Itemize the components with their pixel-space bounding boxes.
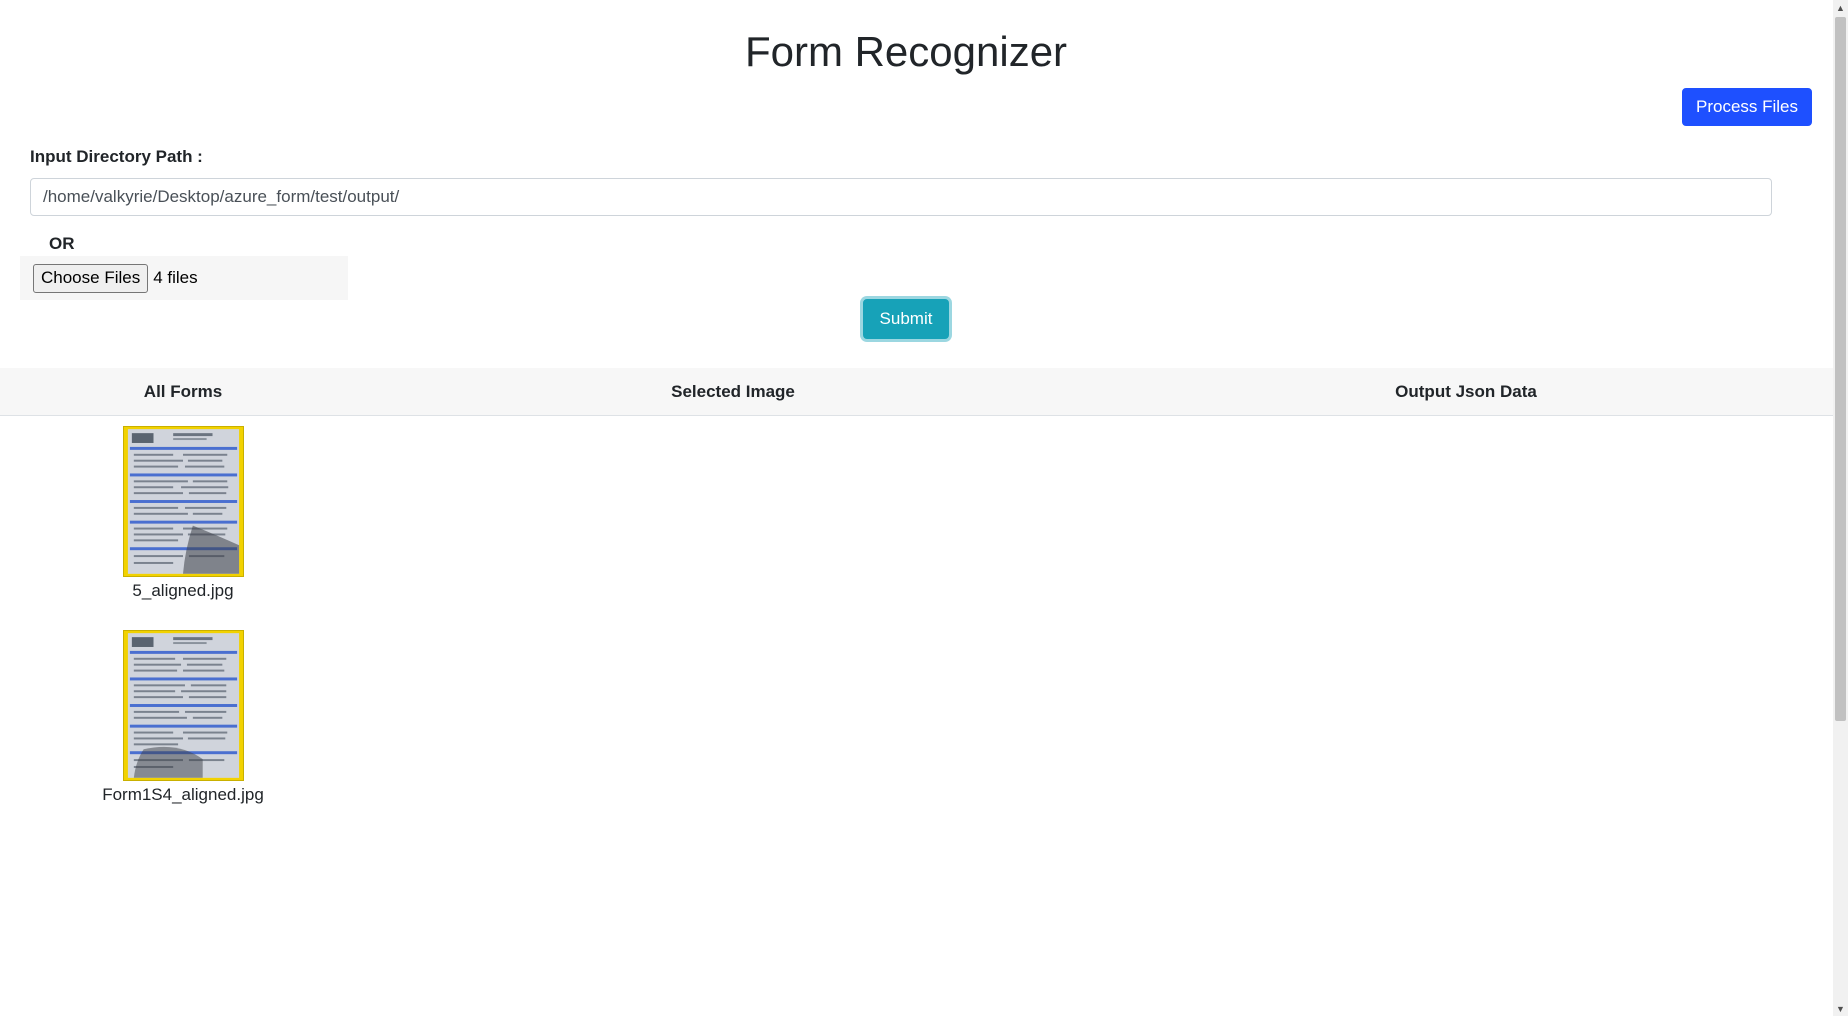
input-directory-label: Input Directory Path : — [30, 147, 203, 166]
form-file-name: 5_aligned.jpg — [132, 581, 234, 600]
scroll-up-arrow-icon[interactable]: ▲ — [1833, 0, 1848, 15]
column-header-selected-image: Selected Image — [671, 382, 795, 401]
scroll-down-arrow-icon[interactable]: ▼ — [1833, 1001, 1848, 1016]
column-header-all-forms: All Forms — [143, 382, 223, 401]
form-document-thumbnail[interactable] — [122, 426, 244, 577]
submit-button[interactable]: Submit — [863, 299, 949, 339]
column-header-output-json: Output Json Data — [1395, 382, 1537, 401]
choose-files-button[interactable]: Choose Files — [33, 263, 149, 293]
file-picker: Choose Files 4 files — [20, 256, 348, 300]
form-file-name: Form1S4_aligned.jpg — [102, 785, 264, 804]
process-files-button[interactable]: Process Files — [1682, 88, 1812, 126]
files-selected-count: 4 files — [153, 268, 198, 287]
scrollbar-thumb[interactable] — [1835, 17, 1846, 721]
form-thumbnail-icon — [127, 633, 239, 778]
vertical-scrollbar[interactable]: ▲ ▼ — [1833, 0, 1848, 1016]
form-document-thumbnail[interactable] — [122, 630, 244, 781]
form-thumbnail-icon — [127, 429, 239, 574]
form-list-item[interactable]: 5_aligned.jpg — [90, 426, 276, 601]
form-list-item[interactable]: Form1S4_aligned.jpg — [90, 630, 276, 805]
or-separator: OR — [49, 234, 75, 253]
page-title: Form Recognizer — [744, 28, 1068, 75]
input-directory-path-field[interactable] — [30, 178, 1772, 216]
results-table-header: All Forms Selected Image Output Json Dat… — [0, 368, 1833, 416]
